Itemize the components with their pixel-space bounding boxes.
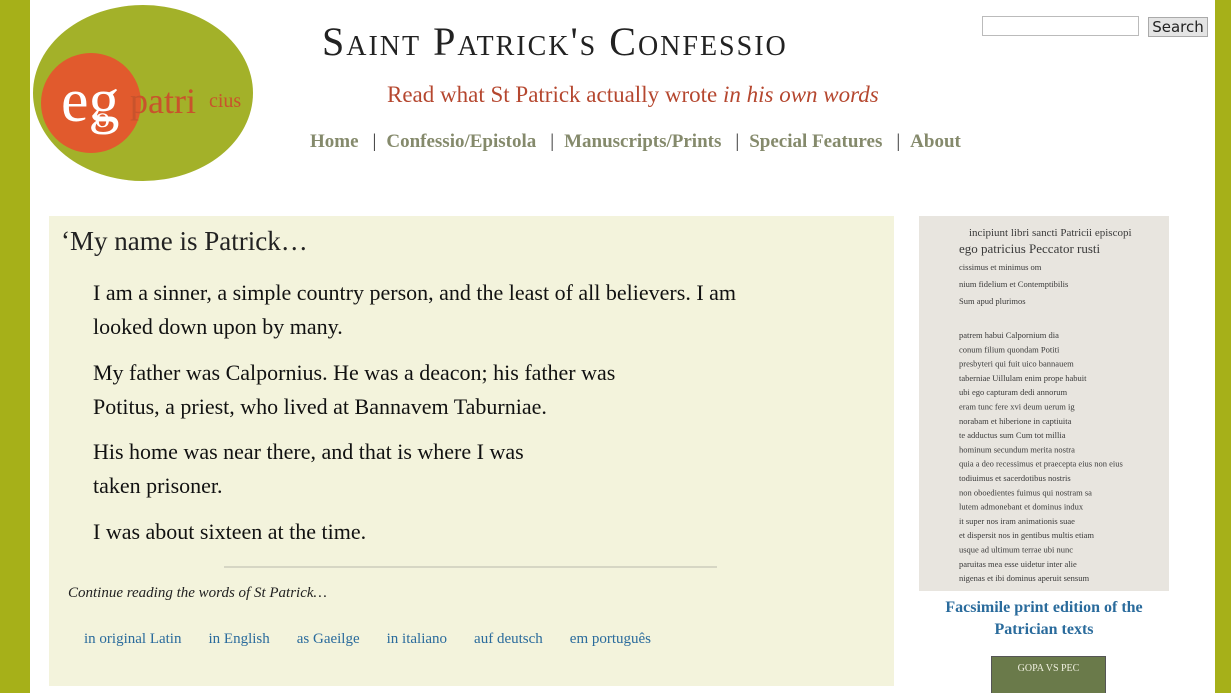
- lang-link-english[interactable]: in English: [208, 631, 269, 647]
- site-title: Saint Patrick's Confessio: [322, 19, 788, 64]
- nav-home[interactable]: Home: [310, 131, 359, 152]
- facsimile-line: incipiunt libri sancti Patricii episcopi: [969, 227, 1132, 239]
- subtitle-italic: in his own words: [722, 82, 879, 107]
- paragraph: His home was near there, and that is whe…: [93, 435, 524, 503]
- logo-cius: cius: [209, 90, 241, 112]
- facsimile-line: non oboedientes fuimus qui nostram sa: [959, 487, 1092, 497]
- sidebar-thumbnail[interactable]: GOPA VS PEC: [991, 656, 1106, 693]
- paragraph-line: I am a sinner, a simple country person, …: [93, 280, 737, 305]
- paragraph-line: taken prisoner.: [93, 473, 223, 498]
- search-input[interactable]: [982, 16, 1139, 36]
- facsimile-line: cissimus et minimus om: [959, 262, 1042, 272]
- paragraph-line: I was about sixteen at the time.: [93, 519, 367, 544]
- facsimile-line: nigenas et ibi dominus aperuit sensum: [959, 573, 1089, 583]
- site-subtitle: Read what St Patrick actually wrote in h…: [387, 82, 879, 108]
- nav-confessio-epistola[interactable]: Confessio/Epistola: [386, 131, 536, 152]
- site-logo[interactable]: eg o patri cius 6: [33, 3, 253, 181]
- facsimile-line: lutem admonebant et dominus indux: [959, 502, 1084, 512]
- logo-patri: patri: [130, 81, 196, 121]
- facsimile-line: nium fidelium et Contemptibilis: [959, 279, 1068, 289]
- nav-special-features[interactable]: Special Features: [749, 131, 882, 152]
- thumbnail-text: GOPA VS PEC: [1017, 663, 1080, 674]
- lang-link-irish[interactable]: as Gaeilge: [297, 631, 360, 647]
- paragraph-line: His home was near there, and that is whe…: [93, 439, 524, 464]
- facsimile-line: conum filium quondam Potiti: [959, 344, 1060, 354]
- lang-link-german[interactable]: auf deutsch: [474, 631, 543, 647]
- facsimile-image[interactable]: incipiunt libri sancti Patricii episcopi…: [919, 216, 1169, 591]
- continue-reading-text: Continue reading the words of St Patrick…: [68, 585, 327, 601]
- language-links: in original Latin in English as Gaeilge …: [84, 630, 674, 648]
- facsimile-line: taberniae Uillulam enim prope habuit: [959, 373, 1087, 383]
- paragraph-line: looked down upon by many.: [93, 314, 343, 339]
- facsimile-line: quia a deo recessimus et praecepta eius …: [959, 459, 1123, 469]
- lead-heading: ‘My name is Patrick…: [61, 226, 308, 256]
- facsimile-caption-link[interactable]: Facsimile print edition of the Patrician…: [919, 597, 1169, 641]
- page-container: eg o patri cius 6 Saint Patrick's Confes…: [30, 0, 1215, 693]
- paragraph-line: My father was Calpornius. He was a deaco…: [93, 360, 616, 385]
- lang-link-italian[interactable]: in italiano: [387, 631, 447, 647]
- paragraph-line: Potitus, a priest, who lived at Bannavem…: [93, 394, 547, 419]
- facsimile-line: presbyteri qui fuit uico bannauem: [959, 359, 1074, 369]
- lang-link-portuguese[interactable]: em português: [570, 631, 651, 647]
- facsimile-line: usque ad ultimum terrae ubi nunc: [959, 545, 1073, 555]
- facsimile-line: Sum apud plurimos: [959, 296, 1026, 306]
- facsimile-line: it super nos iram animationis suae: [959, 516, 1075, 526]
- nav-about[interactable]: About: [910, 131, 961, 152]
- facsimile-line: ego patricius Peccator rusti: [959, 241, 1101, 256]
- divider: [224, 566, 717, 568]
- facsimile-line: et dispersit nos in gentibus multis etia…: [959, 530, 1094, 540]
- paragraph: I was about sixteen at the time.: [93, 515, 366, 549]
- logo-glyph: 6: [39, 42, 40, 44]
- paragraph: I am a sinner, a simple country person, …: [93, 276, 736, 344]
- facsimile-line: patrem habui Calpornium dia: [959, 330, 1059, 340]
- facsimile-line: hominum secundum merita nostra: [959, 444, 1075, 454]
- subtitle-plain: Read what St Patrick actually wrote: [387, 82, 718, 107]
- nav-separator: |: [372, 131, 377, 152]
- facsimile-line: todiuimus et sacerdotibus nostris: [959, 473, 1071, 483]
- facsimile-line: ubi ego capturam dedi annorum: [959, 387, 1067, 397]
- nav-manuscripts-prints[interactable]: Manuscripts/Prints: [564, 131, 721, 152]
- nav-separator: |: [735, 131, 740, 152]
- logo-eg: eg: [61, 67, 120, 135]
- facsimile-line: eram tunc fere xvi deum uerum ig: [959, 402, 1075, 412]
- intro-panel: ‘My name is Patrick… I am a sinner, a si…: [49, 216, 894, 686]
- logo-o: o: [95, 101, 110, 134]
- main-nav: Home | Confessio/Epistola | Manuscripts/Prin…: [310, 131, 961, 153]
- lang-link-latin[interactable]: in original Latin: [84, 631, 181, 647]
- nav-separator: |: [896, 131, 901, 152]
- paragraph: My father was Calpornius. He was a deaco…: [93, 356, 615, 424]
- facsimile-line: paruitas mea esse uidetur inter alie: [959, 559, 1077, 569]
- nav-separator: |: [550, 131, 555, 152]
- facsimile-line: te adductus sum Cum tot millia: [959, 430, 1066, 440]
- search-button[interactable]: Search: [1148, 17, 1208, 37]
- facsimile-line: norabam et hiberione in captiuita: [959, 416, 1072, 426]
